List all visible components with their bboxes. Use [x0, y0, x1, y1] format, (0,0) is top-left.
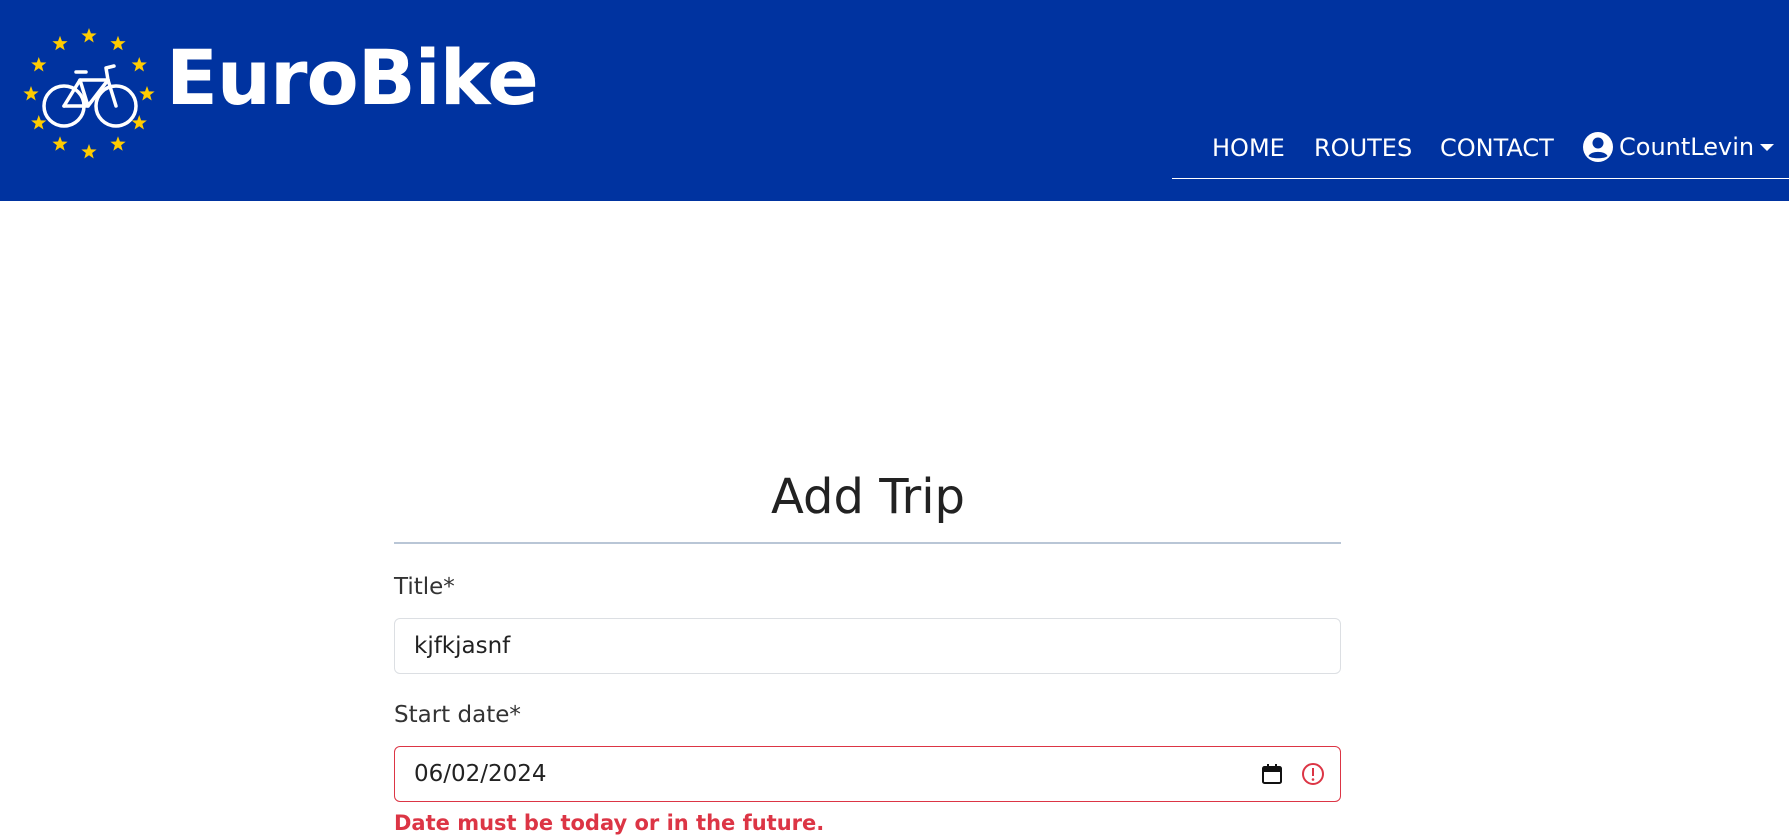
- start-date-input[interactable]: 06/02/2024: [394, 746, 1341, 802]
- nav-routes[interactable]: ROUTES: [1314, 134, 1412, 162]
- site-header: EuroBike HOME ROUTES CONTACT CountLevin: [0, 0, 1789, 201]
- page-title: Add Trip: [771, 469, 965, 526]
- title-input[interactable]: kjfkjasnf: [394, 618, 1341, 674]
- logo-star-icon: [52, 136, 68, 151]
- logo-star-icon: [23, 86, 39, 101]
- logo-star-icon: [131, 57, 147, 72]
- logo-star-icon: [110, 35, 126, 51]
- logo-star-icon: [139, 86, 155, 101]
- caret-down-icon: [1760, 144, 1775, 151]
- logo-star-icon: [52, 35, 68, 51]
- calendar-icon[interactable]: [1260, 762, 1284, 786]
- eurobike-logo-icon[interactable]: [22, 22, 156, 166]
- exclamation-circle-icon: [1302, 763, 1324, 785]
- logo-star-icon: [81, 28, 97, 43]
- logo-star-icon: [31, 57, 47, 72]
- logo-star-icon: [110, 136, 126, 151]
- title-label: Title*: [394, 574, 455, 600]
- brand-name[interactable]: EuroBike: [166, 40, 539, 116]
- nav-contact[interactable]: CONTACT: [1440, 134, 1554, 162]
- title-divider: [394, 542, 1341, 544]
- user-name: CountLevin: [1619, 133, 1755, 161]
- user-circle-icon: [1583, 132, 1613, 162]
- logo-star-icon: [31, 115, 47, 130]
- main-nav: HOME ROUTES CONTACT CountLevin: [1172, 124, 1789, 179]
- start-date-label: Start date*: [394, 702, 521, 728]
- start-date-error: Date must be today or in the future.: [394, 811, 825, 835]
- start-date-value: 06/02/2024: [414, 761, 547, 787]
- nav-user-menu[interactable]: CountLevin: [1583, 132, 1775, 162]
- logo-star-icon: [81, 144, 97, 159]
- title-input-value: kjfkjasnf: [414, 633, 511, 659]
- nav-home[interactable]: HOME: [1212, 134, 1285, 162]
